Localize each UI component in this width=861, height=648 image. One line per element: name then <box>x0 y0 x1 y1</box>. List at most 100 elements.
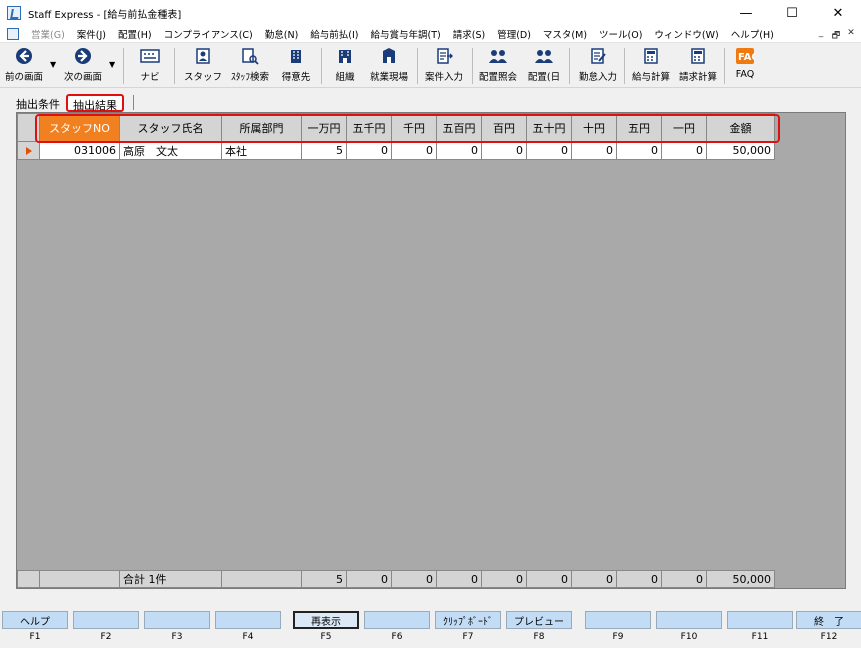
current-row-indicator <box>17 141 40 160</box>
f2-button[interactable] <box>73 611 139 629</box>
col-10[interactable]: 十円 <box>571 113 617 142</box>
close-button[interactable]: ✕ <box>815 0 861 26</box>
assign-day-button[interactable]: 配置(日 <box>524 46 564 86</box>
f10-button[interactable] <box>656 611 722 629</box>
col-staff-name[interactable]: スタッフ氏名 <box>119 113 222 142</box>
col-5[interactable]: 五円 <box>616 113 662 142</box>
menu-master[interactable]: マスタ(M) <box>543 27 587 41</box>
col-50[interactable]: 五十円 <box>526 113 572 142</box>
staff-search-button[interactable]: ｽﾀｯﾌ検索 <box>227 46 273 86</box>
menu-billing[interactable]: 請求(S) <box>453 27 485 41</box>
title-bar: Staff Express - [給与前払金種表] — ☐ ✕ <box>0 0 861 26</box>
row-indicator-header <box>17 113 40 142</box>
next-screen-button[interactable]: 次の画面 <box>60 46 106 86</box>
cell-10000[interactable]: 5 <box>301 141 347 160</box>
total-amount: 50,000 <box>706 570 775 588</box>
menu-attendance[interactable]: 勤怠(N) <box>265 27 299 41</box>
mdi-restore-button[interactable]: 🗗 <box>830 28 842 44</box>
menu-sales[interactable]: 営業(G) <box>31 27 65 41</box>
svg-text:FAQ: FAQ <box>738 52 755 63</box>
navi-button[interactable]: ナビ <box>132 46 168 86</box>
menu-tools[interactable]: ツール(O) <box>599 27 642 41</box>
results-grid-panel: スタッフNO スタッフ氏名 所属部門 一万円 五千円 千円 五百円 百円 五十円… <box>16 112 846 589</box>
f12-key-label: F12 <box>820 632 838 642</box>
cell-5000[interactable]: 0 <box>346 141 392 160</box>
case-input-button[interactable]: 案件入力 <box>421 46 467 86</box>
table-row[interactable]: 031006 高原 文太 本社 5 0 0 0 0 0 0 0 0 50,000 <box>17 141 775 160</box>
total-department <box>221 570 302 588</box>
col-500[interactable]: 五百円 <box>436 113 482 142</box>
payroll-calc-button[interactable]: 給与計算 <box>628 46 674 86</box>
faq-button[interactable]: FAQ FAQ <box>728 46 762 86</box>
cell-1000[interactable]: 0 <box>391 141 437 160</box>
menu-payroll[interactable]: 給与賞与年調(T) <box>371 27 441 41</box>
mdi-close-button[interactable]: ✕ <box>845 28 857 44</box>
f2-key-label: F2 <box>100 632 112 642</box>
col-10000[interactable]: 一万円 <box>301 113 347 142</box>
f4-button[interactable] <box>215 611 281 629</box>
f7-key-label: F7 <box>462 632 474 642</box>
menu-compliance[interactable]: コンプライアンス(C) <box>164 27 253 41</box>
menu-admin[interactable]: 管理(D) <box>497 27 531 41</box>
next-dropdown-icon[interactable]: ▼ <box>109 60 115 69</box>
minimize-button[interactable]: — <box>723 0 769 26</box>
staff-button[interactable]: スタッフ <box>183 46 223 86</box>
col-1[interactable]: 一円 <box>661 113 707 142</box>
f8-preview-button[interactable]: プレビュー <box>506 611 572 629</box>
worksite-icon <box>378 46 400 66</box>
tab-conditions[interactable]: 抽出条件 <box>12 94 64 112</box>
total-500: 0 <box>436 570 482 588</box>
maximize-button[interactable]: ☐ <box>769 0 815 26</box>
f3-button[interactable] <box>144 611 210 629</box>
cell-5[interactable]: 0 <box>616 141 662 160</box>
cell-staff-no[interactable]: 031006 <box>39 141 120 160</box>
f7-clipboard-button[interactable]: ｸﾘｯﾌﾟﾎﾞｰﾄﾞ <box>435 611 501 629</box>
prev-dropdown-icon[interactable]: ▼ <box>50 60 56 69</box>
total-indicator <box>17 570 40 588</box>
prev-screen-button[interactable]: 前の画面 <box>2 46 46 86</box>
f1-help-button[interactable]: ヘルプ <box>2 611 68 629</box>
cell-staff-name[interactable]: 高原 文太 <box>119 141 222 160</box>
cell-department[interactable]: 本社 <box>221 141 302 160</box>
cell-amount[interactable]: 50,000 <box>706 141 775 160</box>
menu-assign[interactable]: 配置(H) <box>118 27 152 41</box>
organization-button[interactable]: 組織 <box>327 46 363 86</box>
row-pointer-icon <box>25 147 32 155</box>
f11-button[interactable] <box>727 611 793 629</box>
client-button[interactable]: 得意先 <box>277 46 315 86</box>
toolbar: 前の画面 ▼ 次の画面 ▼ ナビ スタッフ ｽﾀｯﾌ検索 得意先 組織 就業現場… <box>0 44 861 88</box>
keyboard-icon <box>139 46 161 66</box>
billing-calc-button[interactable]: 請求計算 <box>676 46 720 86</box>
total-count-label: 合計 1件 <box>119 570 222 588</box>
cell-500[interactable]: 0 <box>436 141 482 160</box>
assign-view-button[interactable]: 配置照会 <box>476 46 520 86</box>
menu-help[interactable]: ヘルプ(H) <box>731 27 774 41</box>
case-input-icon <box>433 46 455 66</box>
f9-button[interactable] <box>585 611 651 629</box>
tab-results[interactable]: 抽出結果 <box>66 94 124 112</box>
f9-key-label: F9 <box>612 632 624 642</box>
total-5: 0 <box>616 570 662 588</box>
col-100[interactable]: 百円 <box>481 113 527 142</box>
col-staff-no[interactable]: スタッフNO <box>39 113 120 142</box>
worksite-button[interactable]: 就業現場 <box>366 46 412 86</box>
f6-button[interactable] <box>364 611 430 629</box>
f12-exit-button[interactable]: 終 了 <box>796 611 861 629</box>
menu-case[interactable]: 案件(J) <box>77 27 106 41</box>
mdi-minimize-button[interactable]: _ <box>815 28 827 44</box>
f5-refresh-button[interactable]: 再表示 <box>293 611 359 629</box>
col-department[interactable]: 所属部門 <box>221 113 302 142</box>
menu-window[interactable]: ウィンドウ(W) <box>654 27 718 41</box>
cell-50[interactable]: 0 <box>526 141 572 160</box>
f8-key-label: F8 <box>533 632 545 642</box>
col-5000[interactable]: 五千円 <box>346 113 392 142</box>
cell-100[interactable]: 0 <box>481 141 527 160</box>
cell-1[interactable]: 0 <box>661 141 707 160</box>
cell-10[interactable]: 0 <box>571 141 617 160</box>
f4-key-label: F4 <box>242 632 254 642</box>
col-amount[interactable]: 金額 <box>706 113 775 142</box>
attendance-icon <box>587 46 609 66</box>
col-1000[interactable]: 千円 <box>391 113 437 142</box>
menu-advance-pay[interactable]: 給与前払(I) <box>310 27 358 41</box>
attendance-input-button[interactable]: 勤怠入力 <box>575 46 621 86</box>
